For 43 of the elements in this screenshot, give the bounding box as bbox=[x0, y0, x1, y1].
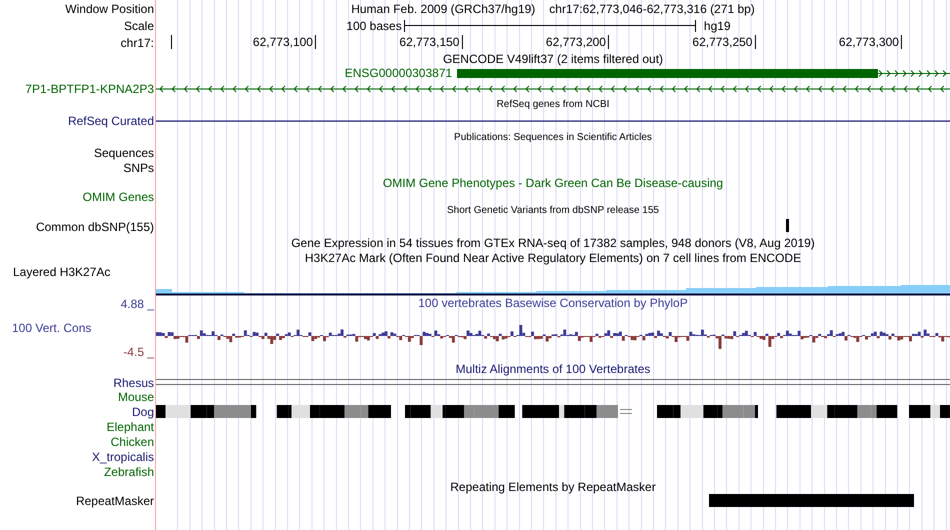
axis-max-label: 4.88 _ bbox=[120, 297, 154, 311]
ruler-tick-label: 62,773,100 bbox=[252, 35, 316, 49]
ruler-tick-label: 62,773,150 bbox=[399, 35, 462, 49]
track-title: OMIM Gene Phenotypes - Dark Green Can Be Disease-causing bbox=[382, 176, 724, 190]
row-label: chr17: bbox=[120, 36, 154, 50]
ruler-tick-label: 62,773,300 bbox=[838, 35, 902, 49]
track-label[interactable]: Dog bbox=[132, 404, 154, 418]
track-title: Short Genetic Variants from dbSNP release 155 bbox=[447, 205, 659, 216]
row-label: Window Position bbox=[65, 2, 154, 16]
track-label[interactable]: SNPs bbox=[123, 160, 154, 174]
track-label[interactable]: Zebrafish bbox=[104, 464, 154, 478]
track-title: GENCODE V49lift37 (2 items filtered out) bbox=[442, 52, 664, 66]
assembly-text: Human Feb. 2009 (GRCh37/hg19) bbox=[351, 2, 536, 16]
ruler-tick bbox=[171, 35, 172, 49]
track-title: Publications: Sequences in Scientific Articles bbox=[454, 132, 652, 143]
position-text: chr17:62,773,046-62,773,316 (271 bp) bbox=[549, 2, 755, 16]
track-label[interactable]: 7P1-BPTFP1-KPNA2P3 bbox=[25, 82, 154, 96]
track-title: Multiz Alignments of 100 Vertebrates bbox=[456, 362, 650, 376]
row-label: Scale bbox=[124, 18, 154, 32]
track-label[interactable]: Common dbSNP(155) bbox=[36, 220, 154, 234]
axis-min-label: -4.5 _ bbox=[123, 345, 154, 359]
track-label[interactable]: RefSeq Curated bbox=[68, 114, 154, 128]
track-label[interactable]: RepeatMasker bbox=[76, 494, 154, 508]
assembly-name: hg19 bbox=[704, 18, 731, 32]
scale-text: 100 bases bbox=[345, 18, 403, 32]
track-label[interactable]: 100 Vert. Cons bbox=[0, 321, 92, 335]
gene-name[interactable]: ENSG00000303871 bbox=[344, 66, 452, 81]
ruler-tick-label: 62,773,250 bbox=[692, 35, 756, 49]
track-title: RefSeq genes from NCBI bbox=[496, 99, 610, 110]
track-label[interactable]: Elephant bbox=[106, 420, 154, 434]
track-label[interactable]: Mouse bbox=[118, 390, 154, 404]
track-title: Gene Expression in 54 tissues from GTEx RNA-seq of 17382 samples, 948 donors (V8, Aug 2019) bbox=[291, 236, 815, 250]
track-title: H3K27Ac Mark (Often Found Near Active Regulatory Elements) on 7 cell lines from ENCODE bbox=[304, 250, 802, 264]
track-label[interactable]: Layered H3K27Ac bbox=[13, 265, 110, 279]
track-label[interactable]: Rhesus bbox=[113, 376, 154, 390]
track-title: Repeating Elements by RepeatMasker bbox=[450, 480, 656, 494]
variant-mark bbox=[786, 219, 789, 232]
track-label[interactable]: Sequences bbox=[94, 146, 154, 160]
track-label[interactable]: Chicken bbox=[110, 434, 154, 448]
track-label[interactable]: OMIM Genes bbox=[82, 190, 154, 204]
track-label[interactable]: X_tropicalis bbox=[92, 450, 154, 464]
track-title: 100 vertebrates Basewise Conservation by PhyloP bbox=[418, 296, 688, 311]
ruler-tick-label: 62,773,200 bbox=[546, 35, 609, 49]
